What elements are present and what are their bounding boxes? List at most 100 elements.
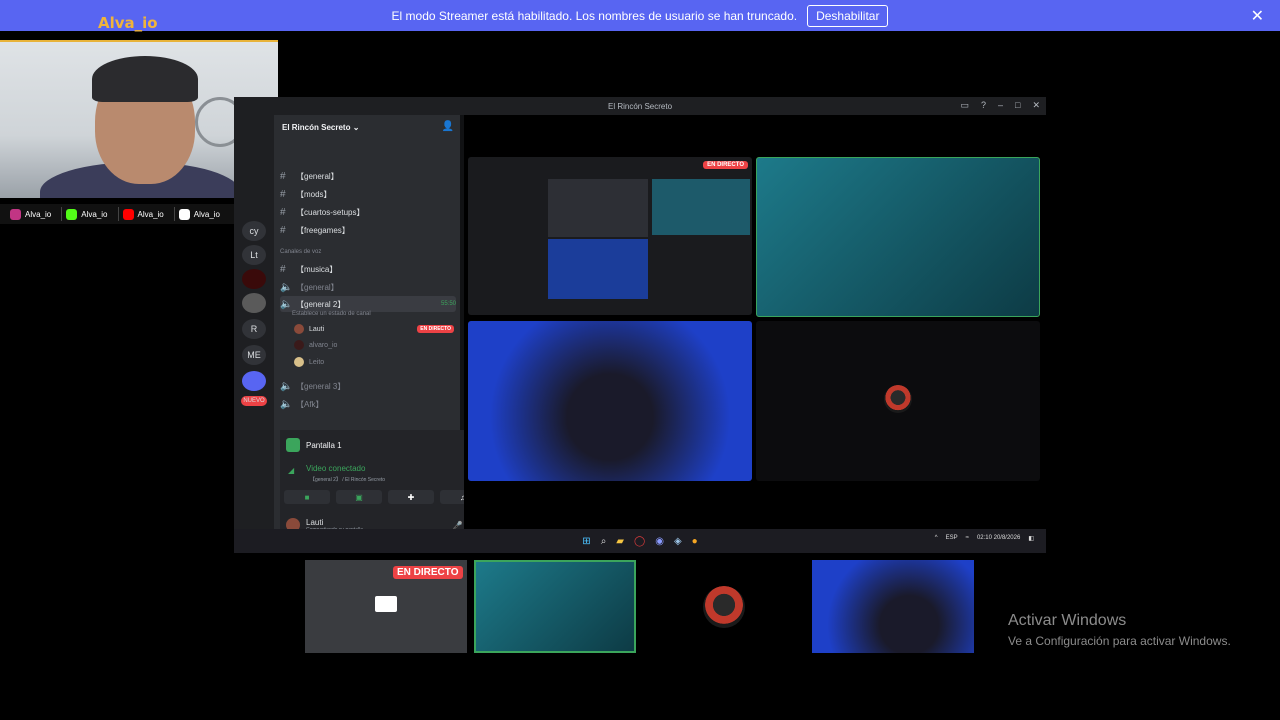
social-youtube: Alva_io	[122, 207, 175, 221]
channel-sidebar: El Rincón Secreto ⌄ 👤 # 【general】 # 【mods】…	[274, 115, 498, 540]
voice-user-alvaro[interactable]: alvaro_io	[294, 338, 454, 352]
window-title: El Rincón Secreto	[607, 101, 673, 111]
windows-start-icon[interactable]: ⊞	[582, 536, 590, 547]
nested-screen	[548, 179, 648, 237]
headphones-shape	[92, 56, 198, 102]
activate-windows-title: Activar Windows	[1008, 612, 1127, 629]
streamer-mode-banner: El modo Streamer está habilitado. Los no…	[0, 0, 1280, 31]
minimize-icon[interactable]: –	[998, 100, 1003, 111]
server-blue[interactable]	[242, 371, 266, 391]
social-handle: Alva_io	[193, 209, 220, 219]
server-red[interactable]	[242, 269, 266, 289]
help-icon[interactable]: ?	[981, 100, 986, 111]
voice-user-lauti[interactable]: Lauti EN DIRECTO	[294, 322, 454, 336]
server-cy[interactable]: cy	[242, 221, 266, 241]
banner-message: El modo Streamer está habilitado. Los no…	[391, 8, 798, 23]
mic-app-icon[interactable]: ●	[692, 536, 698, 547]
avatar	[294, 340, 304, 350]
social-handle: Alva_io	[137, 209, 164, 219]
bottom-tile-leito[interactable]	[643, 560, 805, 653]
steam-icon[interactable]: ◈	[674, 536, 682, 547]
voice-general-3[interactable]: 🔈 【general 3】	[280, 378, 456, 394]
server-avatar[interactable]	[242, 293, 266, 313]
nested-tile	[548, 239, 648, 299]
social-handle: Alva_io	[25, 209, 52, 219]
discord-window: El Rincón Secreto ▭ ? – □ ✕ cy Lt R ME N…	[234, 97, 1046, 553]
avatar	[294, 324, 304, 334]
social-handle: Alva_io	[81, 209, 108, 219]
social-instagram: Alva_io	[10, 207, 63, 221]
screen: El modo Streamer está habilitado. Los no…	[0, 0, 1280, 720]
bottom-tile-lauti[interactable]	[474, 560, 636, 653]
speaker-icon: 🔈	[280, 398, 293, 410]
voice-location[interactable]: 【general 2】 / El Rincón Secreto	[310, 476, 385, 483]
channel-status[interactable]: Establece un estado de canal	[292, 311, 371, 317]
stream-tile-lauti-cam[interactable]	[756, 157, 1040, 317]
stream-tile-leito[interactable]	[756, 321, 1040, 481]
server-r[interactable]: R	[242, 319, 266, 339]
channel-general[interactable]: # 【general】	[280, 168, 456, 184]
streamer-name: Alva_io	[98, 14, 158, 32]
server-list: cy Lt R ME NUEVO	[234, 115, 274, 529]
lang-indicator[interactable]: ESP	[946, 535, 958, 542]
voice-afk[interactable]: 🔈 【Afk】	[280, 396, 456, 412]
live-badge: EN DIRECTO	[417, 325, 454, 333]
clock[interactable]: 02:10 20/8/2026	[977, 535, 1020, 542]
close-icon[interactable]: ✕	[1251, 6, 1264, 26]
live-badge: EN DIRECTO	[703, 161, 748, 169]
kick-icon	[66, 208, 78, 220]
live-badge: EN DIRECTO	[393, 566, 463, 579]
stream-tile-alvaro-cam[interactable]	[468, 321, 752, 481]
social-tiktok: Alva_io	[178, 207, 230, 221]
bottom-tile-screen[interactable]: EN DIRECTO	[305, 560, 467, 653]
search-icon[interactable]: ⌕	[601, 536, 607, 547]
speaker-icon: 🔈	[280, 281, 293, 293]
inbox-icon[interactable]: ▭	[960, 100, 969, 111]
windows-taskbar: ⊞ ⌕ ▰ ◯ ◉ ◈ ● ^ ESP ≈ 02:10 20/8/2026 ◧	[234, 529, 1046, 553]
voice-general-2[interactable]: 🔈 【general 2】 55:50	[280, 296, 456, 312]
voice-user-leito[interactable]: Leito	[294, 355, 454, 369]
avatar	[294, 357, 304, 367]
instagram-icon	[10, 208, 21, 220]
screen-icon	[286, 438, 300, 452]
activities-button[interactable]: ✚	[388, 490, 434, 504]
channel-cuartos-setups[interactable]: # 【cuartos-setups】	[280, 204, 456, 220]
server-me[interactable]: ME	[242, 345, 266, 365]
signal-icon[interactable]: ◢	[288, 466, 294, 475]
user-name[interactable]: Lauti	[306, 518, 363, 527]
opera-icon[interactable]: ◯	[634, 536, 645, 547]
share-screen-button[interactable]: ▣	[336, 490, 382, 504]
user-avatar	[703, 586, 745, 628]
channel-freegames[interactable]: # 【freegames】	[280, 222, 456, 238]
activate-windows-subtitle: Ve a Configuración para activar Windows.	[1008, 634, 1231, 648]
wifi-icon[interactable]: ≈	[966, 535, 969, 542]
disable-streamer-button[interactable]: Deshabilitar	[807, 4, 889, 27]
notifications-icon[interactable]: ◧	[1028, 535, 1034, 542]
channel-musica[interactable]: # 【musica】	[280, 261, 456, 277]
voice-category[interactable]: Canales de voz	[280, 249, 321, 255]
user-avatar	[884, 385, 912, 413]
discord-icon[interactable]: ◉	[655, 536, 664, 547]
bottom-tile-alvaro[interactable]	[812, 560, 974, 653]
invite-icon[interactable]: 👤	[442, 121, 454, 132]
youtube-icon	[122, 208, 134, 220]
video-grid: EN DIRECTO	[464, 115, 1046, 529]
nuevo-badge: NUEVO	[241, 396, 267, 406]
system-tray: ^ ESP ≈ 02:10 20/8/2026 ◧	[935, 535, 1034, 542]
channel-mods[interactable]: # 【mods】	[280, 186, 456, 202]
maximize-icon[interactable]: □	[1015, 100, 1020, 111]
voice-status[interactable]: Video conectado	[306, 464, 365, 473]
voice-general[interactable]: 🔈 【general】	[280, 279, 456, 295]
server-lt[interactable]: Lt	[242, 245, 266, 265]
social-kick: Alva_io	[66, 207, 119, 221]
monitor-icon	[375, 596, 397, 612]
folder-icon[interactable]: ▰	[616, 536, 624, 547]
window-titlebar: El Rincón Secreto ▭ ? – □ ✕	[234, 97, 1046, 115]
close-window-icon[interactable]: ✕	[1032, 100, 1040, 111]
camera-button[interactable]: ■	[284, 490, 330, 504]
server-name[interactable]: El Rincón Secreto ⌄	[282, 123, 359, 132]
tiktok-icon	[178, 208, 190, 220]
stream-tile-screen[interactable]: EN DIRECTO	[468, 157, 752, 315]
nested-tile	[652, 179, 750, 235]
chevron-up-icon[interactable]: ^	[935, 535, 938, 542]
